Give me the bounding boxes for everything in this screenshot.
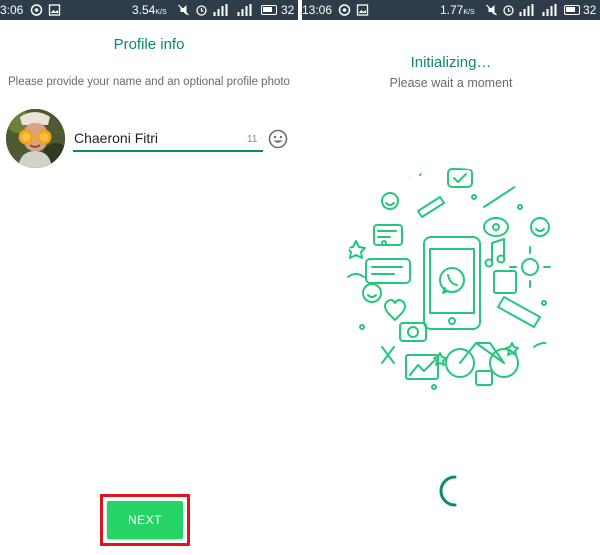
network-speed: 3.54K/S bbox=[132, 3, 167, 17]
page-subtitle: Please provide your name and an optional… bbox=[8, 76, 290, 88]
status-time: 13:06 bbox=[302, 3, 333, 17]
signal-icon-1 bbox=[213, 4, 228, 16]
battery-level: 32 bbox=[281, 3, 295, 17]
whatsapp-icon bbox=[30, 4, 43, 16]
char-count: 11 bbox=[247, 134, 258, 145]
name-input[interactable] bbox=[73, 126, 263, 152]
status-bar: 3:06 3.54K/S 32 bbox=[0, 0, 298, 20]
image-icon bbox=[356, 4, 369, 16]
signal-icon-1 bbox=[519, 4, 534, 16]
alarm-icon bbox=[196, 5, 207, 16]
image-icon bbox=[48, 4, 61, 16]
signal-icon-2 bbox=[542, 4, 557, 16]
silent-icon bbox=[486, 4, 497, 16]
battery-icon bbox=[564, 5, 580, 15]
emoji-icon[interactable] bbox=[268, 129, 288, 149]
alarm-icon bbox=[503, 5, 514, 16]
profile-photo-image bbox=[6, 109, 65, 168]
battery-icon bbox=[261, 5, 277, 15]
profile-info-screen: 3:06 3.54K/S 32 Profile info Please prov… bbox=[0, 0, 298, 555]
profile-photo[interactable] bbox=[6, 109, 65, 168]
initializing-screen: 13:06 1.77K/S 32 Initializing… Please wa… bbox=[302, 0, 600, 555]
silent-icon bbox=[178, 4, 189, 16]
whatsapp-doodle-illustration bbox=[346, 168, 555, 390]
network-speed: 1.77K/S bbox=[440, 3, 475, 17]
signal-icon-2 bbox=[237, 4, 252, 16]
page-title: Profile info bbox=[113, 36, 185, 53]
status-bar: 13:06 1.77K/S 32 bbox=[302, 0, 600, 20]
whatsapp-icon bbox=[338, 4, 351, 16]
battery-level: 32 bbox=[583, 3, 597, 17]
loading-spinner bbox=[439, 475, 457, 507]
status-time: 3:06 bbox=[0, 3, 24, 17]
page-subtitle: Please wait a moment bbox=[389, 76, 513, 90]
page-title: Initializing… bbox=[410, 54, 492, 71]
next-button[interactable]: NEXT bbox=[107, 501, 183, 539]
